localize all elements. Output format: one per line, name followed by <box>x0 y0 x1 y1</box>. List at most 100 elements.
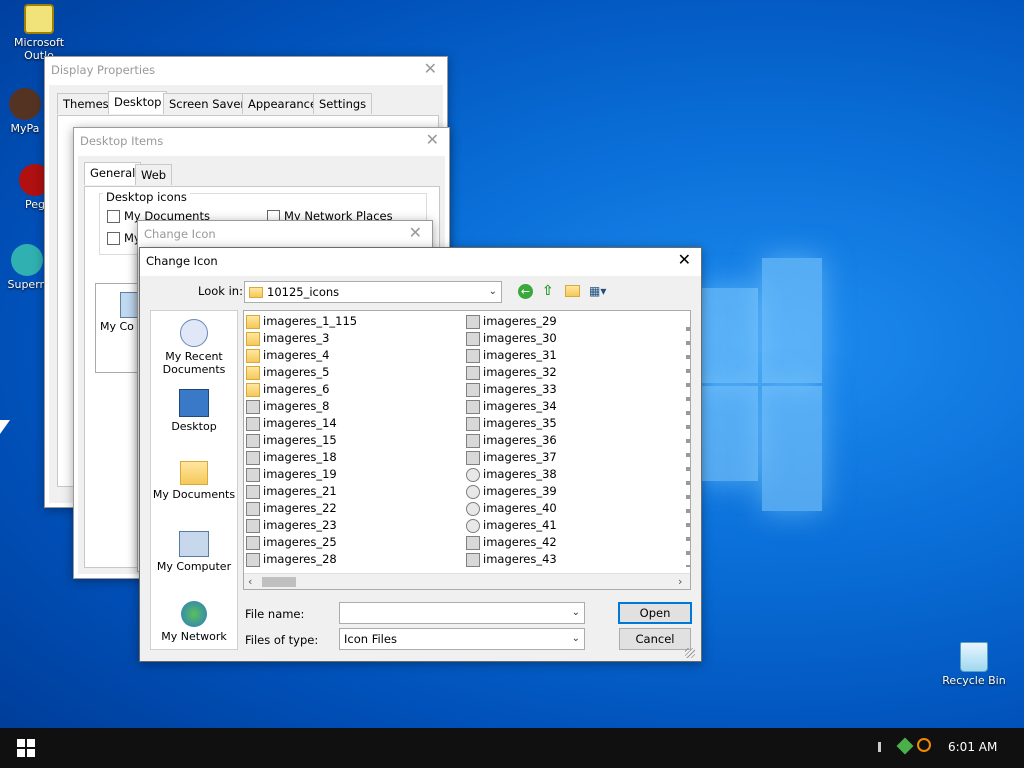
checkbox-box[interactable] <box>107 232 120 245</box>
file-item-label: imageres_38 <box>483 467 557 481</box>
file-item[interactable]: imageres_8 <box>246 398 329 415</box>
file-item-label: imageres_28 <box>263 552 337 566</box>
file-item[interactable]: imageres_28 <box>246 551 337 568</box>
file-icon <box>466 382 480 397</box>
close-icon[interactable]: ✕ <box>426 130 439 149</box>
file-item[interactable]: imageres_3 <box>246 330 329 347</box>
recycle-bin-label: Recycle Bin <box>942 674 1006 687</box>
file-item[interactable]: imageres_33 <box>466 381 557 398</box>
place-label: My Network <box>161 630 227 643</box>
places-bar: My Recent Documents Desktop My Documents… <box>150 310 238 650</box>
place-my-documents[interactable]: My Documents <box>151 461 237 501</box>
file-list[interactable]: imageres_1_115 imageres_3 imageres_4 imager… <box>243 310 691 590</box>
file-item[interactable]: imageres_23 <box>246 517 337 534</box>
file-item-label: imageres_31 <box>483 348 557 362</box>
place-my-recent-documents[interactable]: My Recent Documents <box>151 319 237 376</box>
back-icon[interactable]: ← <box>518 284 533 299</box>
close-icon[interactable]: ✕ <box>424 59 437 78</box>
file-item-label: imageres_19 <box>263 467 337 481</box>
file-item-label: imageres_6 <box>263 382 330 396</box>
file-item-label: imageres_1_115 <box>263 314 358 328</box>
close-icon[interactable]: ✕ <box>409 223 422 242</box>
view-menu-icon[interactable]: ▦▾ <box>589 284 613 298</box>
file-item[interactable]: imageres_19 <box>246 466 337 483</box>
tray-chevron-icon[interactable] <box>878 742 881 752</box>
tab-general[interactable]: General <box>84 162 142 185</box>
file-item[interactable]: imageres_38 <box>466 466 557 483</box>
close-icon[interactable]: ✕ <box>678 250 691 269</box>
resize-grip-icon[interactable] <box>685 648 695 658</box>
window-title: Display Properties <box>51 63 156 77</box>
window-title: Change Icon <box>146 254 218 268</box>
scroll-left-icon[interactable]: ‹ <box>248 575 252 588</box>
file-item[interactable]: imageres_4 <box>246 347 329 364</box>
horizontal-scrollbar[interactable]: ‹ › <box>244 573 690 589</box>
file-item[interactable]: imageres_29 <box>466 313 557 330</box>
chevron-down-icon: ⌄ <box>571 607 580 618</box>
file-item[interactable]: imageres_14 <box>246 415 337 432</box>
file-icon <box>246 433 260 448</box>
place-desktop[interactable]: Desktop <box>151 389 237 433</box>
file-item-label: imageres_32 <box>483 365 557 379</box>
network-tray-icon[interactable] <box>896 737 914 755</box>
file-item-label: imageres_36 <box>483 433 557 447</box>
partial-column <box>686 317 690 567</box>
file-icon <box>466 501 480 516</box>
file-item[interactable]: imageres_21 <box>246 483 337 500</box>
file-item[interactable]: imageres_5 <box>246 364 329 381</box>
file-item[interactable]: imageres_31 <box>466 347 557 364</box>
file-item[interactable]: imageres_42 <box>466 534 557 551</box>
file-item[interactable]: imageres_25 <box>246 534 337 551</box>
taskbar-clock[interactable]: 6:01 AM <box>948 740 997 754</box>
file-icon <box>466 484 480 499</box>
scroll-right-icon[interactable]: › <box>678 575 682 588</box>
desktop-icon <box>179 389 209 417</box>
file-item[interactable]: imageres_35 <box>466 415 557 432</box>
file-item[interactable]: imageres_34 <box>466 398 557 415</box>
desktop-icon-recycle-bin[interactable]: Recycle Bin <box>937 642 1011 687</box>
file-item[interactable]: imageres_39 <box>466 483 557 500</box>
checkbox-my-other[interactable]: My <box>107 231 141 245</box>
file-item[interactable]: imageres_32 <box>466 364 557 381</box>
file-icon <box>246 484 260 499</box>
file-item[interactable]: imageres_36 <box>466 432 557 449</box>
file-item[interactable]: imageres_22 <box>246 500 337 517</box>
tab-screen-saver[interactable]: Screen Saver <box>163 93 252 114</box>
up-folder-icon[interactable]: ⇧ <box>542 283 556 299</box>
cancel-button[interactable]: Cancel <box>619 628 691 650</box>
search-tray-icon[interactable] <box>917 738 931 752</box>
my-documents-icon <box>180 461 208 485</box>
tab-appearance[interactable]: Appearance <box>242 93 324 114</box>
open-button[interactable]: Open <box>618 602 692 624</box>
file-item[interactable]: imageres_15 <box>246 432 337 449</box>
file-icon <box>466 331 480 346</box>
scroll-thumb[interactable] <box>262 577 296 587</box>
place-my-computer[interactable]: My Computer <box>151 531 237 573</box>
file-item[interactable]: imageres_43 <box>466 551 557 568</box>
files-of-type-select[interactable]: Icon Files ⌄ <box>339 628 585 650</box>
change-icon-dialog[interactable]: Change Icon ✕ Look in: 10125_icons ⌄ ← ⇧… <box>139 247 702 662</box>
new-folder-icon[interactable] <box>565 285 580 297</box>
file-item[interactable]: imageres_6 <box>246 381 329 398</box>
file-item[interactable]: imageres_30 <box>466 330 557 347</box>
checkbox-box[interactable] <box>107 210 120 223</box>
file-item-label: imageres_29 <box>483 314 557 328</box>
place-my-network[interactable]: My Network <box>151 601 237 643</box>
file-item[interactable]: imageres_18 <box>246 449 337 466</box>
start-button[interactable] <box>0 728 50 768</box>
file-item-label: imageres_18 <box>263 450 337 464</box>
tab-settings[interactable]: Settings <box>313 93 373 114</box>
file-item[interactable]: imageres_41 <box>466 517 557 534</box>
file-name-input[interactable]: ⌄ <box>339 602 585 624</box>
file-icon <box>466 314 480 329</box>
folder-icon <box>246 331 260 346</box>
file-item[interactable]: imageres_40 <box>466 500 557 517</box>
file-item[interactable]: imageres_1_115 <box>246 313 357 330</box>
tab-desktop[interactable]: Desktop <box>108 91 168 114</box>
look-in-combo[interactable]: 10125_icons ⌄ <box>244 281 502 303</box>
desktop-icon-outlook[interactable]: Microsoft Outlo <box>2 4 76 62</box>
file-icon <box>246 399 260 414</box>
file-item[interactable]: imageres_37 <box>466 449 557 466</box>
tab-themes[interactable]: Themes <box>57 93 115 114</box>
tab-web[interactable]: Web <box>135 164 173 185</box>
